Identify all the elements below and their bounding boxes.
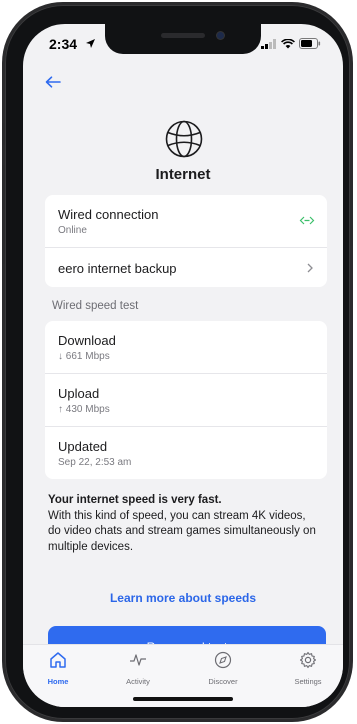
speed-section-label: Wired speed test	[52, 300, 139, 312]
tab-activity-label: Activity	[126, 677, 150, 686]
speed-headline: Your internet speed is very fast.	[48, 494, 222, 506]
tab-settings-label: Settings	[294, 677, 322, 686]
home-icon	[50, 652, 66, 668]
upload-value: ↑ 430 Mbps	[58, 404, 110, 415]
tab-discover[interactable]: Discover	[188, 651, 258, 686]
globe-icon	[165, 120, 203, 158]
wired-connection-row[interactable]: Wired connection Online	[45, 195, 327, 248]
volume-down-button	[2, 220, 5, 264]
download-label: Download	[58, 333, 116, 348]
page-title: Internet	[155, 166, 211, 183]
back-arrow-icon[interactable]	[45, 76, 61, 88]
volume-up-button	[2, 165, 5, 209]
phone-frame: 2:34 Internet Wired connection Online ee…	[2, 5, 353, 719]
power-button	[350, 180, 353, 246]
battery-icon	[299, 38, 321, 49]
tab-home[interactable]: Home	[23, 651, 93, 686]
tab-home-label: Home	[47, 677, 69, 686]
wired-connection-status: Online	[58, 225, 87, 236]
chevron-right-icon	[307, 263, 313, 273]
gear-icon	[299, 651, 317, 669]
download-value: ↓ 661 Mbps	[58, 351, 110, 362]
updated-label: Updated	[58, 439, 108, 454]
backup-row[interactable]: eero internet backup	[45, 248, 327, 287]
status-time: 2:34	[49, 36, 78, 52]
compass-icon	[214, 651, 232, 669]
learn-more-link[interactable]: Learn more about speeds	[23, 591, 343, 605]
wired-connection-title: Wired connection	[58, 207, 159, 222]
tab-settings[interactable]: Settings	[273, 651, 343, 686]
upload-label: Upload	[58, 386, 100, 401]
activity-icon	[130, 654, 146, 666]
mute-switch	[2, 123, 5, 145]
updated-row: Updated Sep 22, 2:53 am	[45, 427, 327, 479]
backup-label: eero internet backup	[58, 261, 177, 276]
speed-card: Download ↓ 661 Mbps Upload ↑ 430 Mbps Up…	[45, 321, 327, 479]
speed-description: With this kind of speed, you can stream …	[48, 509, 316, 553]
tab-activity[interactable]: Activity	[103, 651, 173, 686]
notch	[105, 24, 261, 54]
home-indicator	[133, 697, 233, 701]
upload-row: Upload ↑ 430 Mbps	[45, 374, 327, 427]
download-row: Download ↓ 661 Mbps	[45, 321, 327, 374]
connection-card: Wired connection Online eero internet ba…	[45, 195, 327, 287]
tab-discover-label: Discover	[208, 677, 238, 686]
connected-status-icon	[299, 216, 315, 225]
location-arrow-icon	[86, 39, 95, 48]
signal-icon	[261, 38, 276, 49]
wifi-icon	[281, 38, 295, 48]
app-screen: 2:34 Internet Wired connection Online ee…	[23, 24, 343, 707]
status-icons	[261, 38, 321, 49]
updated-value: Sep 22, 2:53 am	[58, 457, 132, 468]
speed-info: Your internet speed is very fast. With t…	[48, 493, 318, 555]
